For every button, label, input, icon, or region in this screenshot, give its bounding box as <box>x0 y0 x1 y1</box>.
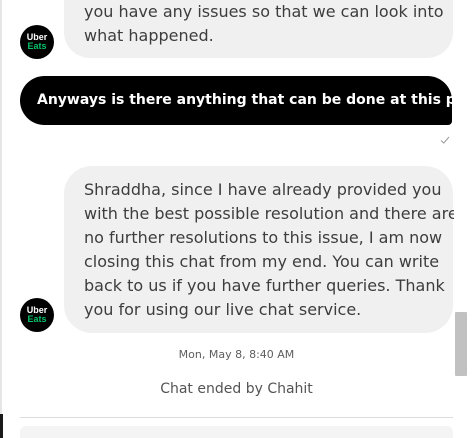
message-timestamp: Mon, May 8, 8:40 AM <box>178 348 295 361</box>
message-line: Shraddha, since I have already provided … <box>84 180 442 199</box>
scrollbar-thumb[interactable] <box>455 312 467 376</box>
avatar-text-eats: Eats <box>27 314 47 324</box>
window-edge-right <box>468 0 473 438</box>
avatar-text-eats: Eats <box>27 41 47 51</box>
message-line: with the best possible resolution and th… <box>84 204 458 223</box>
message-input-area[interactable] <box>20 426 453 438</box>
agent-message-bubble: you have any issues so that we can look … <box>64 0 453 58</box>
uber-eats-avatar: Uber Eats <box>20 298 54 332</box>
check-icon <box>440 136 450 144</box>
uber-eats-avatar: Uber Eats <box>20 25 54 59</box>
message-line: no further resolutions to this issue, I … <box>84 228 443 247</box>
divider <box>20 417 453 418</box>
window-edge-dark <box>0 414 3 438</box>
chat-status: Chat ended by Chahit <box>160 381 313 397</box>
message-line: what happened. <box>84 26 214 45</box>
message-line: back to us if you have further queries. … <box>84 276 445 295</box>
message-line: you for using our live chat service. <box>84 300 362 319</box>
agent-message-bubble: Shraddha, since I have already provided … <box>64 166 458 333</box>
message-line: closing this chat from my end. You can w… <box>84 252 440 271</box>
user-message-bubble: Anyways is there anything that can be do… <box>20 76 473 125</box>
chat-window: you have any issues so that we can look … <box>0 0 473 438</box>
window-edge <box>0 0 2 438</box>
message-line: you have any issues so that we can look … <box>84 2 444 21</box>
